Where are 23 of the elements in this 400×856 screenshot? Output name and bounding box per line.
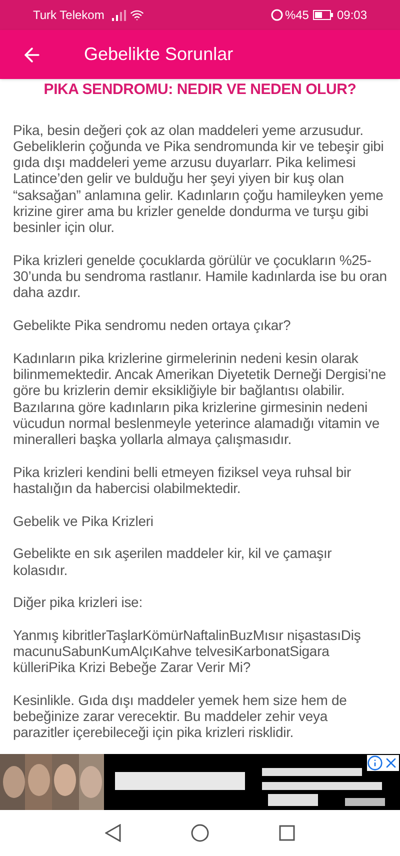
article-paragraph: Gebelikte Pika sendromu neden ortaya çıkar? xyxy=(13,317,292,334)
article-paragraph: Kadınların pika krizlerine girmelerinin nedeni kesin olarak bilinmemektedir. Ancak Amerikan Diyetetik Derneği Dergisi’ne göre bu krizlerin demir eksikliğiyle bir bağlantısı olabilir. Bazılarına göre kadınların pika krizlerine girmesinin nedeni vücudun normal beslenmeyle yeterince alamadığı vitamin ve mineralleri başka yollarla almaya çalışmasıdır. xyxy=(13,350,387,448)
home-nav-icon[interactable] xyxy=(191,824,209,842)
back-nav-icon[interactable] xyxy=(105,824,121,842)
article-paragraph: Gebelikte en sık aşerilen maddeler kir, kil ve çamaşır kolasıdır. xyxy=(13,545,333,578)
carrier-name: Turk Telekom xyxy=(33,7,104,24)
recents-nav-icon[interactable] xyxy=(279,825,295,841)
battery-icon xyxy=(312,10,333,20)
article-heading: PIKA SENDROMU: NEDIR VE NEDEN OLUR? xyxy=(42,80,358,100)
article-paragraph: Diğer pika krizleri ise: xyxy=(13,594,144,610)
clock: 09:03 xyxy=(336,7,367,24)
signal-icon xyxy=(112,10,126,20)
article-paragraph: Pika krizleri kendini belli etmeyen fiziksel veya ruhsal bir hastalığın da habercisi olabilmektedir. xyxy=(13,464,352,496)
article-paragraph: Gebelik ve Pika Krizleri xyxy=(13,512,154,529)
article-paragraph: Yanmış kibritlerTaşlarKömürNaftalinBuzMısır nişastasıDiş macunuSabunKumAlçıKahve telvesiKarbonatSigara külleriPika Krizi Bebeğe Zarar Verir Mi? xyxy=(13,626,362,676)
wifi-icon xyxy=(130,8,144,22)
article-paragraph: Pika krizleri genelde çocuklarda görülür ve çocukların %25-30’unda bu sendroma rastlanır. Hamile kadınlarda ise bu oran daha azdır. xyxy=(13,252,387,301)
battery-percent: %45 xyxy=(284,7,309,24)
alarm-icon xyxy=(270,9,283,21)
app-bar-title: Gebelikte Sorunlar xyxy=(84,43,234,66)
info-icon[interactable] xyxy=(367,755,383,771)
article-paragraph: Pika, besin değeri çok az olan maddeleri yeme arzusudur. Gebeliklerin çoğunda ve Pika sendromunda kir ve tebeşir gibi gıda dışı maddeleri yeme arzusu duyarlarr. Pika kelimesi Latince’den gelir ve bulduğu her şeyi yiyen bir kuş olan “saksağan” anlamına gelir. Kadınların çoğu hamileyken yeme krizine girer ama bu krizler genelde dondurma ve turşu gibi besinler için olur. xyxy=(13,122,385,236)
article-paragraph: Kesinlikle. Gıda dışı maddeler yemek hem size hem de bebeğinize zarar verecektir. Bu maddeler zehir veya parazitler içerebileceği için pika krizleri risklidir. xyxy=(13,692,348,741)
